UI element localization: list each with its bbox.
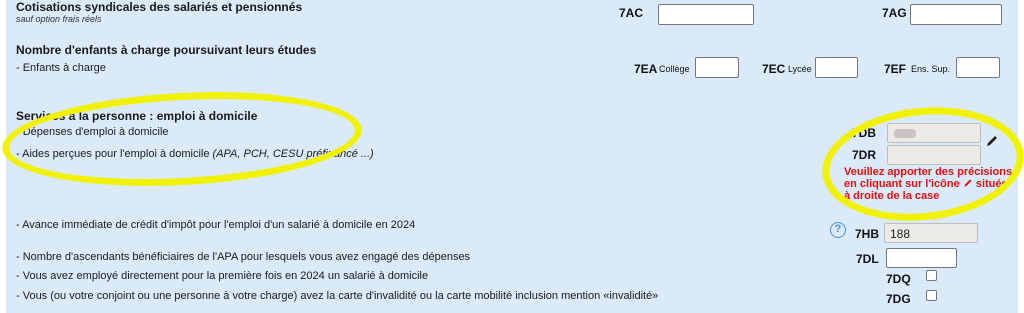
code-7ac: 7AC bbox=[619, 6, 644, 20]
input-7ea[interactable] bbox=[695, 57, 739, 78]
code-7ag: 7AG bbox=[882, 6, 907, 20]
label-7ea: Collège bbox=[659, 64, 690, 74]
checkbox-7dq[interactable] bbox=[926, 270, 937, 281]
enfants-row-label: - Enfants à charge bbox=[16, 62, 106, 74]
code-7dq: 7DQ bbox=[886, 272, 911, 286]
enfants-title: Nombre d'enfants à charge poursuivant le… bbox=[16, 43, 317, 57]
invalidite-label: - Vous (ou votre conjoint ou une personn… bbox=[16, 290, 659, 302]
code-7ef: 7EF bbox=[884, 62, 907, 76]
avance-label: - Avance immédiate de crédit d'impôt pou… bbox=[16, 219, 416, 231]
code-7hb: 7HB bbox=[855, 227, 880, 241]
code-7dg: 7DG bbox=[886, 292, 911, 306]
cotisations-title: Cotisations syndicales des salariés et p… bbox=[16, 0, 303, 14]
code-7ec: 7EC bbox=[762, 62, 786, 76]
checkbox-7dg[interactable] bbox=[926, 290, 937, 301]
code-7ea: 7EA bbox=[634, 62, 658, 76]
ascendants-label: - Nombre d'ascendants bénéficiaires de l… bbox=[16, 251, 471, 263]
input-7ef[interactable] bbox=[956, 57, 1000, 78]
label-7ec: Lycée bbox=[788, 64, 812, 74]
input-7dl[interactable] bbox=[886, 248, 957, 268]
input-7ac[interactable] bbox=[658, 4, 754, 25]
premiere-fois-label: - Vous avez employé directement pour la … bbox=[16, 270, 429, 282]
cotisations-subtitle: sauf option frais réels bbox=[16, 14, 102, 24]
input-7ag[interactable] bbox=[910, 4, 1002, 25]
code-7dl: 7DL bbox=[856, 252, 879, 266]
help-icon[interactable]: ? bbox=[830, 222, 846, 238]
input-7ec[interactable] bbox=[815, 57, 858, 78]
input-7hb[interactable]: 188 bbox=[884, 223, 978, 243]
label-7ef: Ens. Sup. bbox=[911, 64, 951, 74]
